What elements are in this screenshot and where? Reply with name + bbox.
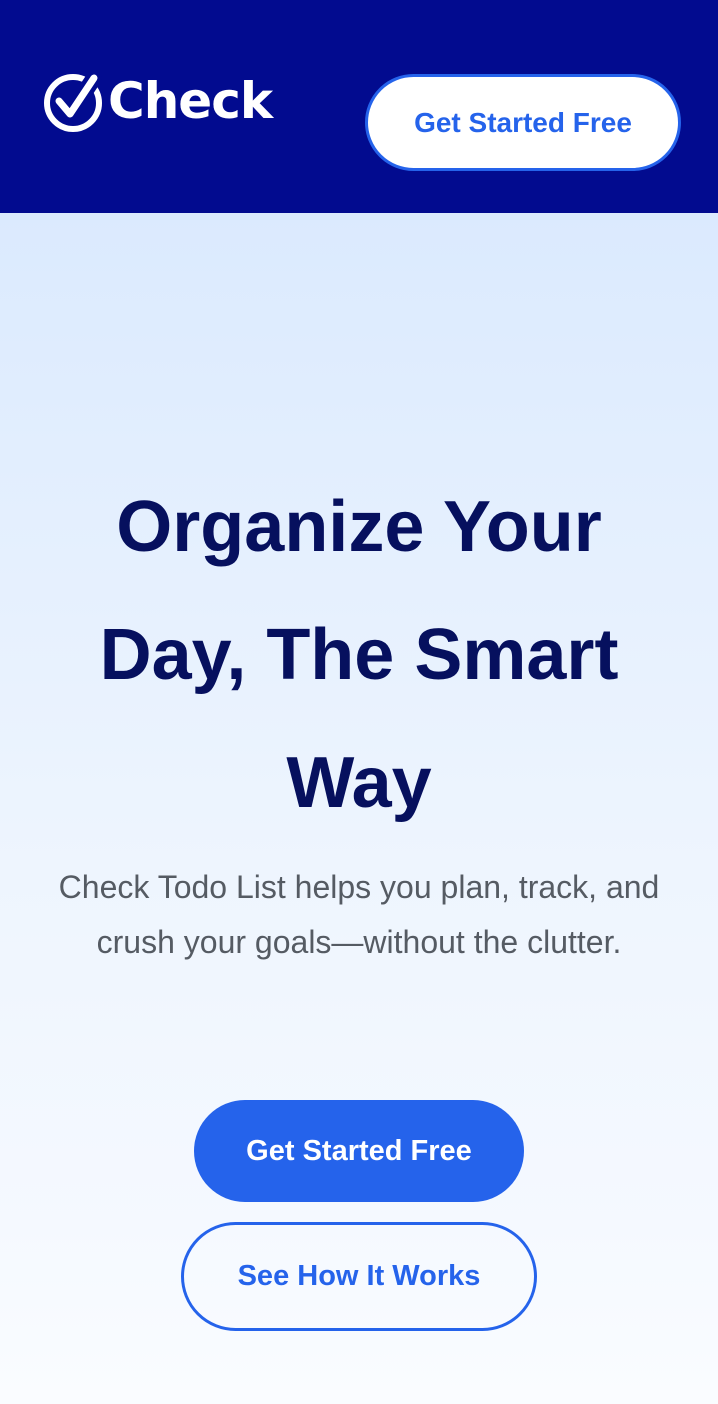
hero-subtitle: Check Todo List helps you plan, track, a… [58,869,660,960]
check-circle-icon [44,70,102,132]
hero-section: Organize Your Day, The Smart Way Check T… [0,213,718,1404]
hero-title: Organize Your Day, The Smart Way [99,487,619,823]
get-started-button[interactable]: Get Started Free [194,1100,524,1202]
logo-text: Check [108,72,273,130]
site-header: Check Get Started Free [0,0,718,213]
logo[interactable]: Check [42,70,273,132]
see-how-it-works-button[interactable]: See How It Works [181,1222,537,1331]
header-get-started-button[interactable]: Get Started Free [365,74,681,171]
